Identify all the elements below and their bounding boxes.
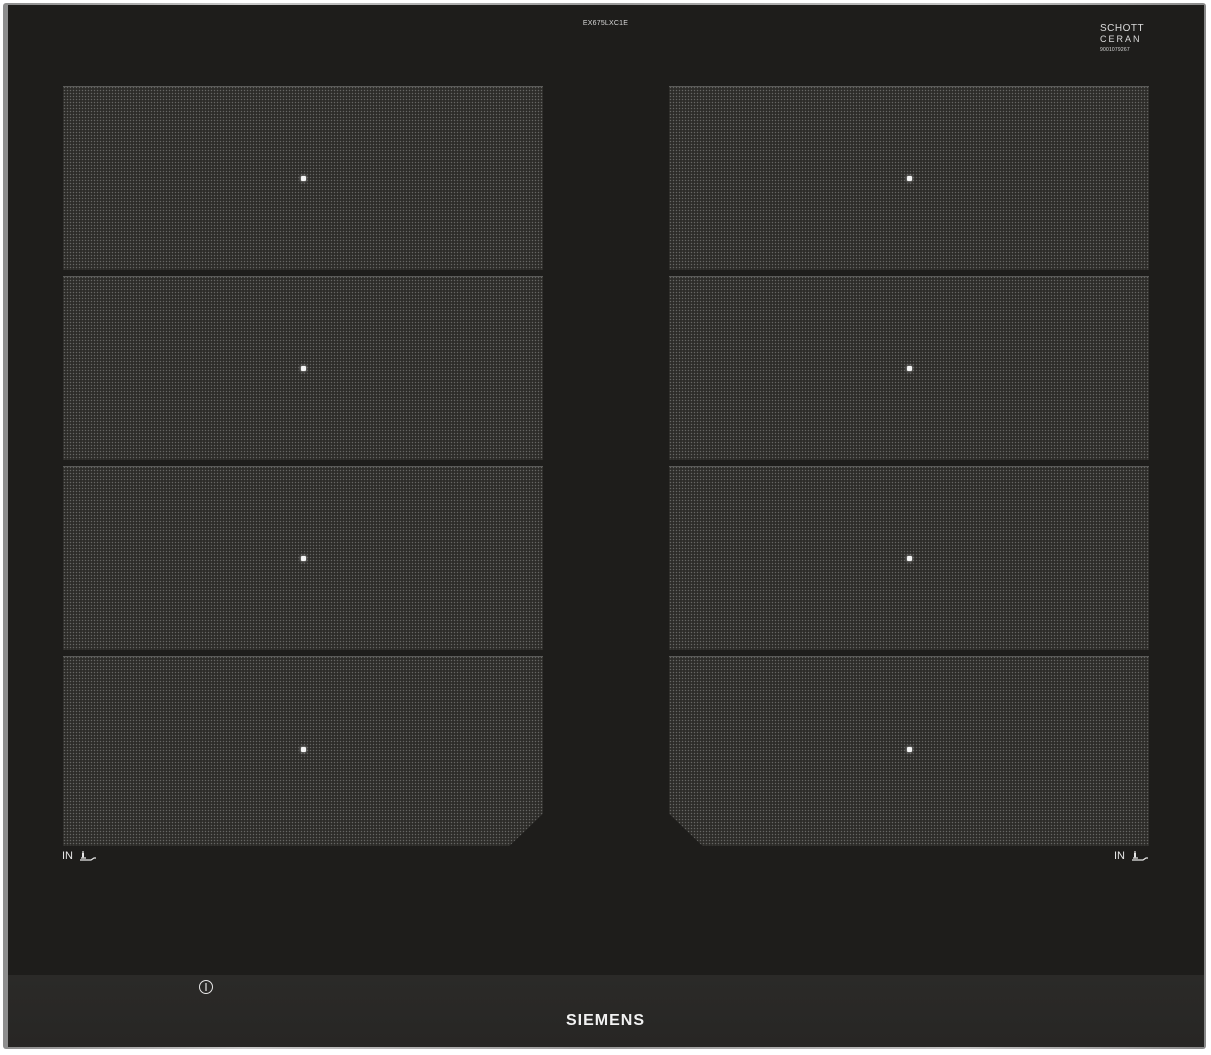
- pan-sensor-icon: [1132, 851, 1148, 861]
- brand-logo: SIEMENS: [565, 1012, 645, 1029]
- control-panel: [8, 975, 1204, 1047]
- zone-center-dot: [301, 747, 306, 753]
- induction-indicator-right: IN: [1114, 850, 1149, 862]
- zone-center-dot: [907, 747, 912, 753]
- pan-sensor-icon: [80, 851, 96, 861]
- zone-center-dot: [301, 176, 306, 181]
- cooking-zone-right-4[interactable]: [669, 656, 1149, 846]
- zone-center-dot: [907, 556, 912, 561]
- zone-center-dot: [301, 366, 306, 371]
- cooking-zone-right-1[interactable]: [669, 86, 1149, 270]
- cooking-zones: [0, 0, 1211, 1055]
- cooking-zone-left-4[interactable]: [63, 656, 543, 846]
- info-icon[interactable]: [198, 979, 214, 995]
- zone-center-dot: [301, 556, 306, 561]
- cooking-zone-left-1[interactable]: [63, 86, 543, 270]
- cooking-zone-right-2[interactable]: [669, 276, 1149, 460]
- zone-center-dot: [907, 176, 912, 181]
- cooking-zone-right-3[interactable]: [669, 466, 1149, 650]
- induction-indicator-left: IN: [62, 850, 97, 862]
- induction-label: IN: [1114, 850, 1125, 862]
- cooking-zone-left-3[interactable]: [63, 466, 543, 650]
- zone-center-dot: [907, 366, 912, 371]
- cooking-zone-left-2[interactable]: [63, 276, 543, 460]
- induction-label: IN: [62, 850, 73, 862]
